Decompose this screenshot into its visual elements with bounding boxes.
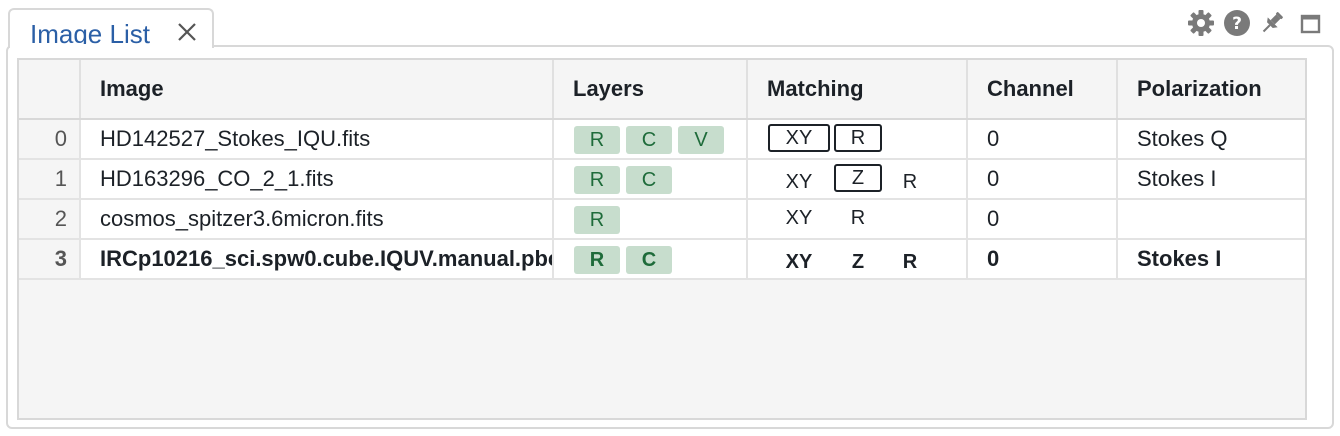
header-index [19, 60, 81, 118]
pin-icon[interactable] [1257, 8, 1287, 38]
channel-value: 0 [968, 200, 1118, 238]
tab-connector [10, 44, 212, 50]
row-index: 3 [19, 240, 81, 278]
header-polarization: Polarization [1118, 60, 1305, 118]
match-r-toggle[interactable]: R [834, 204, 882, 232]
table-row[interactable]: 2 cosmos_spitzer3.6micron.fits R XY R 0 [19, 200, 1305, 240]
maximize-icon[interactable] [1296, 8, 1326, 38]
polarization-value: Stokes I [1118, 160, 1305, 198]
match-xy-toggle[interactable]: XY [768, 204, 830, 232]
table-row-selected[interactable]: 3 IRCp10216_sci.spw0.cube.IQUV.manual.pb… [19, 240, 1305, 280]
row-index: 1 [19, 160, 81, 198]
channel-value: 0 [968, 120, 1118, 158]
match-r-toggle[interactable]: R [886, 248, 934, 276]
row-index: 0 [19, 120, 81, 158]
match-xy-toggle[interactable]: XY [768, 168, 830, 196]
channel-value: 0 [968, 240, 1118, 278]
layer-contour-button[interactable]: C [626, 246, 672, 274]
layers-cell: R C [554, 240, 748, 278]
layer-contour-button[interactable]: C [626, 126, 672, 154]
table-row[interactable]: 1 HD163296_CO_2_1.fits R C XY Z R 0 Stok… [19, 160, 1305, 200]
table-row[interactable]: 0 HD142527_Stokes_IQU.fits R C V XY R 0 … [19, 120, 1305, 160]
layer-raster-button[interactable]: R [574, 166, 620, 194]
header-channel: Channel [968, 60, 1118, 118]
match-xy-toggle[interactable]: XY [768, 124, 830, 152]
matching-cell: XY Z R [748, 160, 968, 198]
table-header: Image Layers Matching Channel Polarizati… [19, 60, 1305, 120]
layers-cell: R [554, 200, 748, 238]
header-layers: Layers [554, 60, 748, 118]
image-name[interactable]: HD163296_CO_2_1.fits [81, 160, 554, 198]
matching-cell: XY Z R [748, 240, 968, 278]
image-list-table: Image Layers Matching Channel Polarizati… [17, 58, 1307, 420]
help-icon[interactable]: ? [1222, 8, 1252, 38]
layer-raster-button[interactable]: R [574, 126, 620, 154]
polarization-value: Stokes Q [1118, 120, 1305, 158]
matching-cell: XY R [748, 200, 968, 238]
close-icon[interactable] [175, 20, 199, 44]
svg-text:?: ? [1232, 14, 1242, 34]
layer-raster-button[interactable]: R [574, 246, 620, 274]
row-index: 2 [19, 200, 81, 238]
image-name[interactable]: IRCp10216_sci.spw0.cube.IQUV.manual.pbco… [81, 240, 554, 278]
image-name[interactable]: cosmos_spitzer3.6micron.fits [81, 200, 554, 238]
image-name[interactable]: HD142527_Stokes_IQU.fits [81, 120, 554, 158]
gear-icon[interactable] [1186, 8, 1216, 38]
polarization-value: Stokes I [1118, 240, 1305, 278]
match-z-toggle[interactable]: Z [834, 164, 882, 192]
match-z-toggle[interactable]: Z [834, 248, 882, 276]
match-r-toggle[interactable]: R [834, 124, 882, 152]
channel-value: 0 [968, 160, 1118, 198]
layer-raster-button[interactable]: R [574, 206, 620, 234]
layer-vector-button[interactable]: V [678, 126, 724, 154]
header-image: Image [81, 60, 554, 118]
match-r-toggle[interactable]: R [886, 168, 934, 196]
layers-cell: R C V [554, 120, 748, 158]
layer-contour-button[interactable]: C [626, 166, 672, 194]
header-matching: Matching [748, 60, 968, 118]
matching-cell: XY R [748, 120, 968, 158]
match-xy-toggle[interactable]: XY [768, 248, 830, 276]
polarization-value [1118, 200, 1305, 238]
layers-cell: R C [554, 160, 748, 198]
tab-image-list[interactable]: Image List [8, 8, 214, 49]
